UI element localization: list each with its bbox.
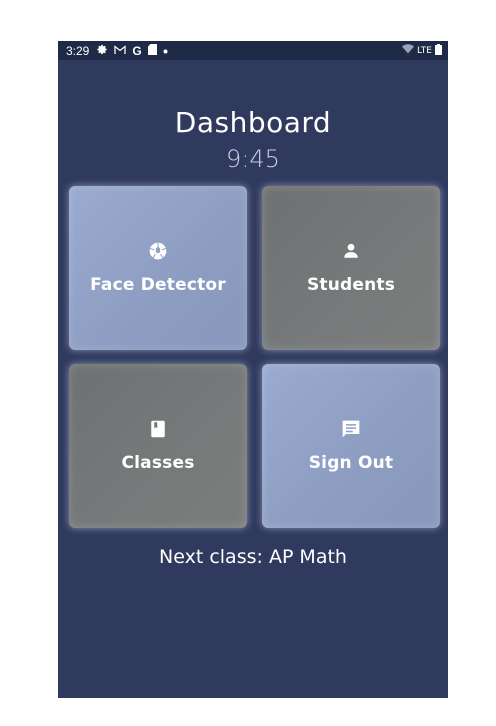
classes-button[interactable]: Classes [69, 364, 247, 528]
book-icon [148, 419, 168, 439]
gmail-icon [114, 44, 126, 57]
person-icon [341, 241, 361, 261]
google-icon: G [132, 43, 142, 58]
clock-display: 9:45 [226, 145, 280, 173]
face-detector-button[interactable]: Face Detector [69, 186, 247, 350]
next-class-text: Next class: AP Math [159, 546, 347, 568]
status-system-icons: LTE [402, 43, 442, 58]
settings-icon [97, 44, 108, 57]
camera-aperture-icon [148, 241, 168, 261]
dot-icon [163, 45, 168, 56]
tile-label: Face Detector [90, 275, 226, 295]
battery-icon [435, 43, 442, 58]
tile-label: Classes [121, 453, 195, 473]
tile-label: Students [306, 275, 396, 295]
tile-label: Sign Out [308, 453, 394, 473]
wifi-icon [402, 44, 415, 57]
chat-icon [341, 419, 361, 439]
students-button[interactable]: Students [262, 186, 440, 350]
sd-card-icon [147, 44, 157, 57]
status-notification-icons: G [97, 43, 168, 58]
app-screen: 3:29 G LTE Dashboard 9:45 Face Detector … [58, 41, 448, 698]
sign-out-button[interactable]: Sign Out [262, 364, 440, 528]
network-label: LTE [417, 45, 432, 56]
status-time: 3:29 [66, 43, 90, 58]
page-title: Dashboard [174, 106, 332, 139]
status-bar: 3:29 G LTE [58, 41, 448, 60]
